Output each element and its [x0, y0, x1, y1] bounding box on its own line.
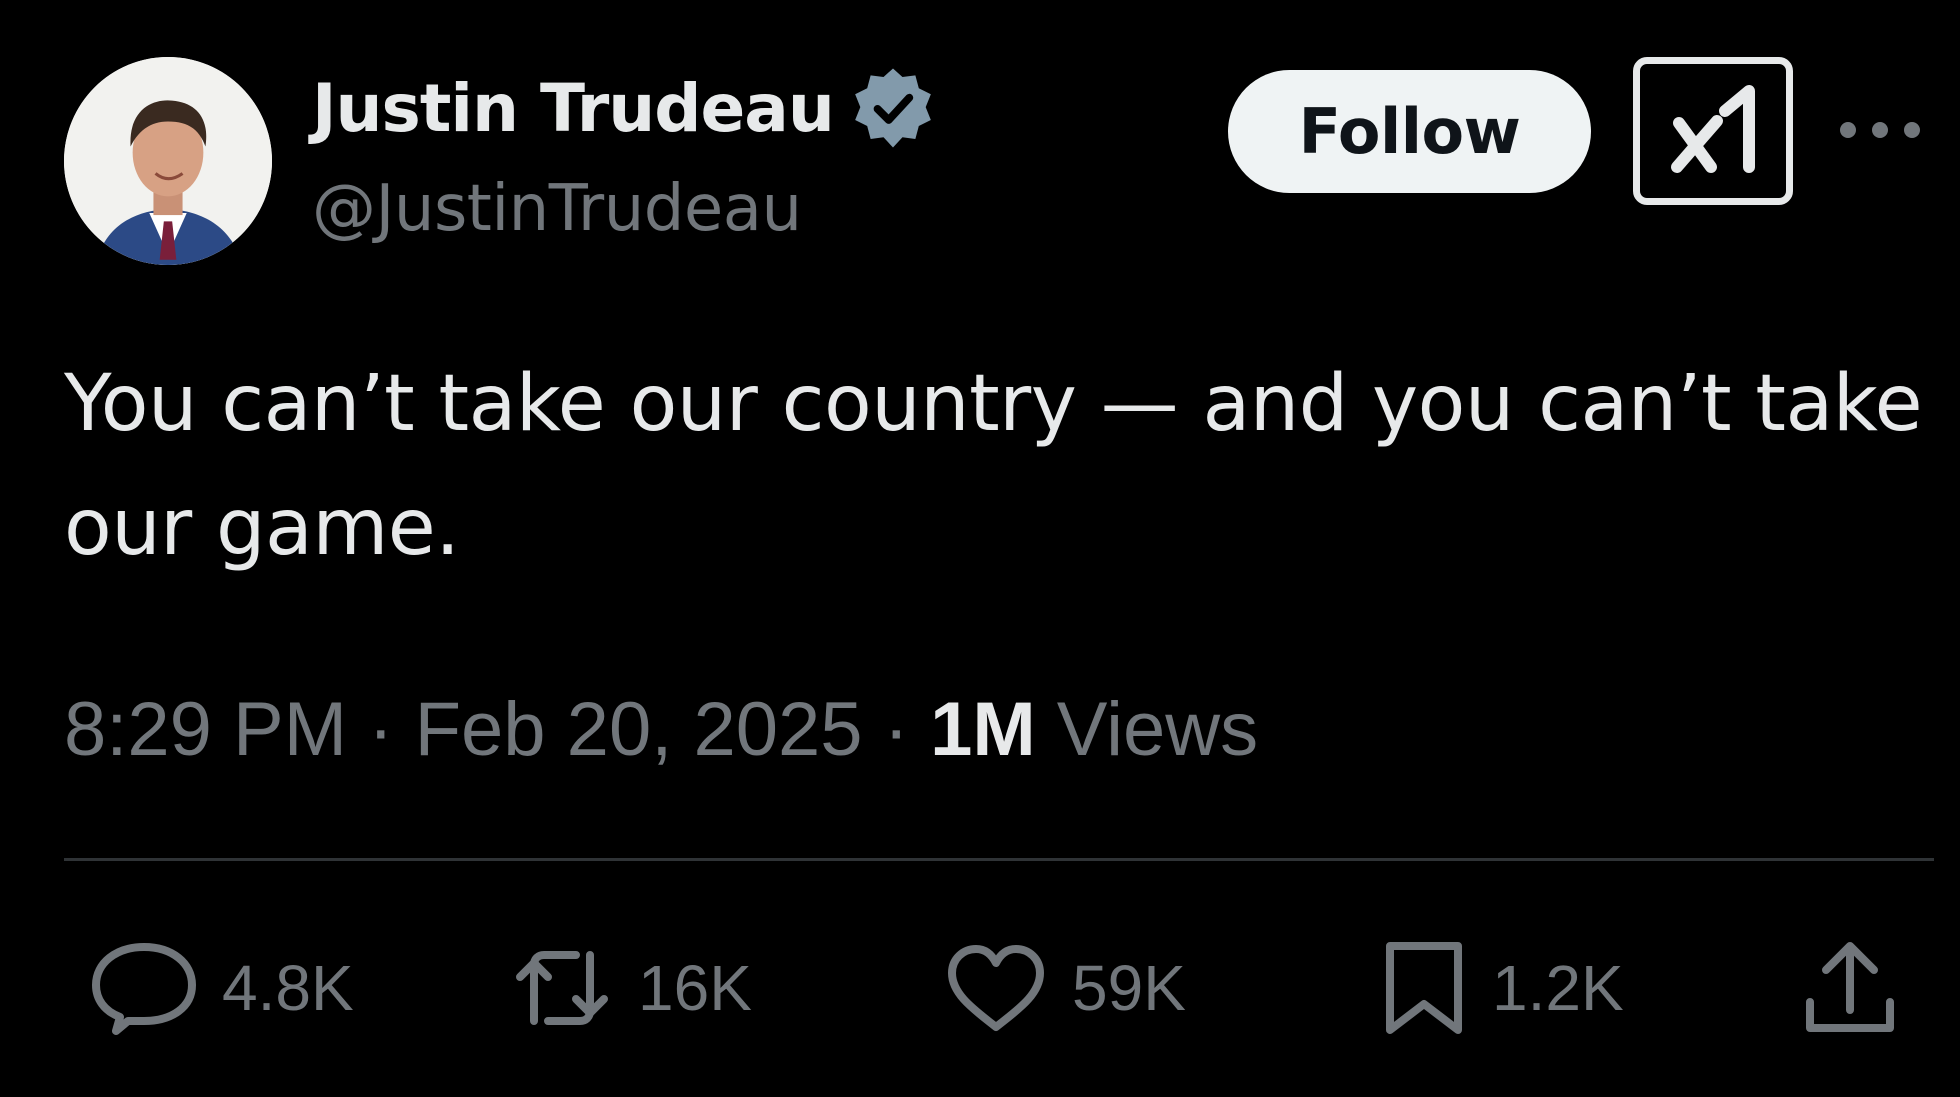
heart-icon [948, 945, 1044, 1031]
views-label: Views [1056, 687, 1259, 772]
share-icon [1806, 942, 1894, 1032]
tweet-date[interactable]: Feb 20, 2025 [415, 687, 863, 772]
views-count: 1M [930, 687, 1036, 772]
tweet-meta: 8:29 PM · Feb 20, 2025 · 1M Views [64, 686, 1258, 773]
reply-icon [92, 943, 196, 1035]
reply-count: 4.8K [222, 952, 354, 1024]
tweet-time[interactable]: 8:29 PM [64, 687, 347, 772]
bookmark-count: 1.2K [1492, 952, 1624, 1024]
more-dots-icon [1840, 122, 1856, 138]
divider [64, 858, 1934, 861]
like-count: 59K [1072, 952, 1186, 1024]
reply-button[interactable]: 4.8K [92, 938, 354, 1038]
tweet-text: You can’t take our country — and you can… [64, 359, 1923, 573]
author-name-row: Justin Trudeau [312, 62, 936, 154]
grok-icon [1671, 85, 1755, 173]
verified-badge-icon[interactable] [850, 65, 936, 151]
more-dots-icon [1872, 122, 1888, 138]
bookmark-button[interactable]: 1.2K [1382, 938, 1624, 1038]
profile-photo [64, 57, 272, 265]
author-handle[interactable]: @JustinTrudeau [312, 172, 802, 246]
more-dots-icon [1904, 122, 1920, 138]
grok-button[interactable] [1633, 57, 1793, 205]
follow-button[interactable]: Follow [1228, 70, 1591, 193]
repost-icon [516, 951, 608, 1025]
share-button[interactable] [1804, 938, 1896, 1038]
more-options-button[interactable] [1840, 108, 1920, 152]
author-display-name[interactable]: Justin Trudeau [312, 70, 835, 147]
meta-separator: · [883, 687, 909, 772]
bookmark-icon [1386, 942, 1462, 1034]
like-button[interactable]: 59K [946, 938, 1186, 1038]
meta-separator: · [368, 687, 394, 772]
avatar[interactable] [64, 57, 272, 265]
repost-count: 16K [638, 952, 752, 1024]
repost-button[interactable]: 16K [512, 938, 752, 1038]
